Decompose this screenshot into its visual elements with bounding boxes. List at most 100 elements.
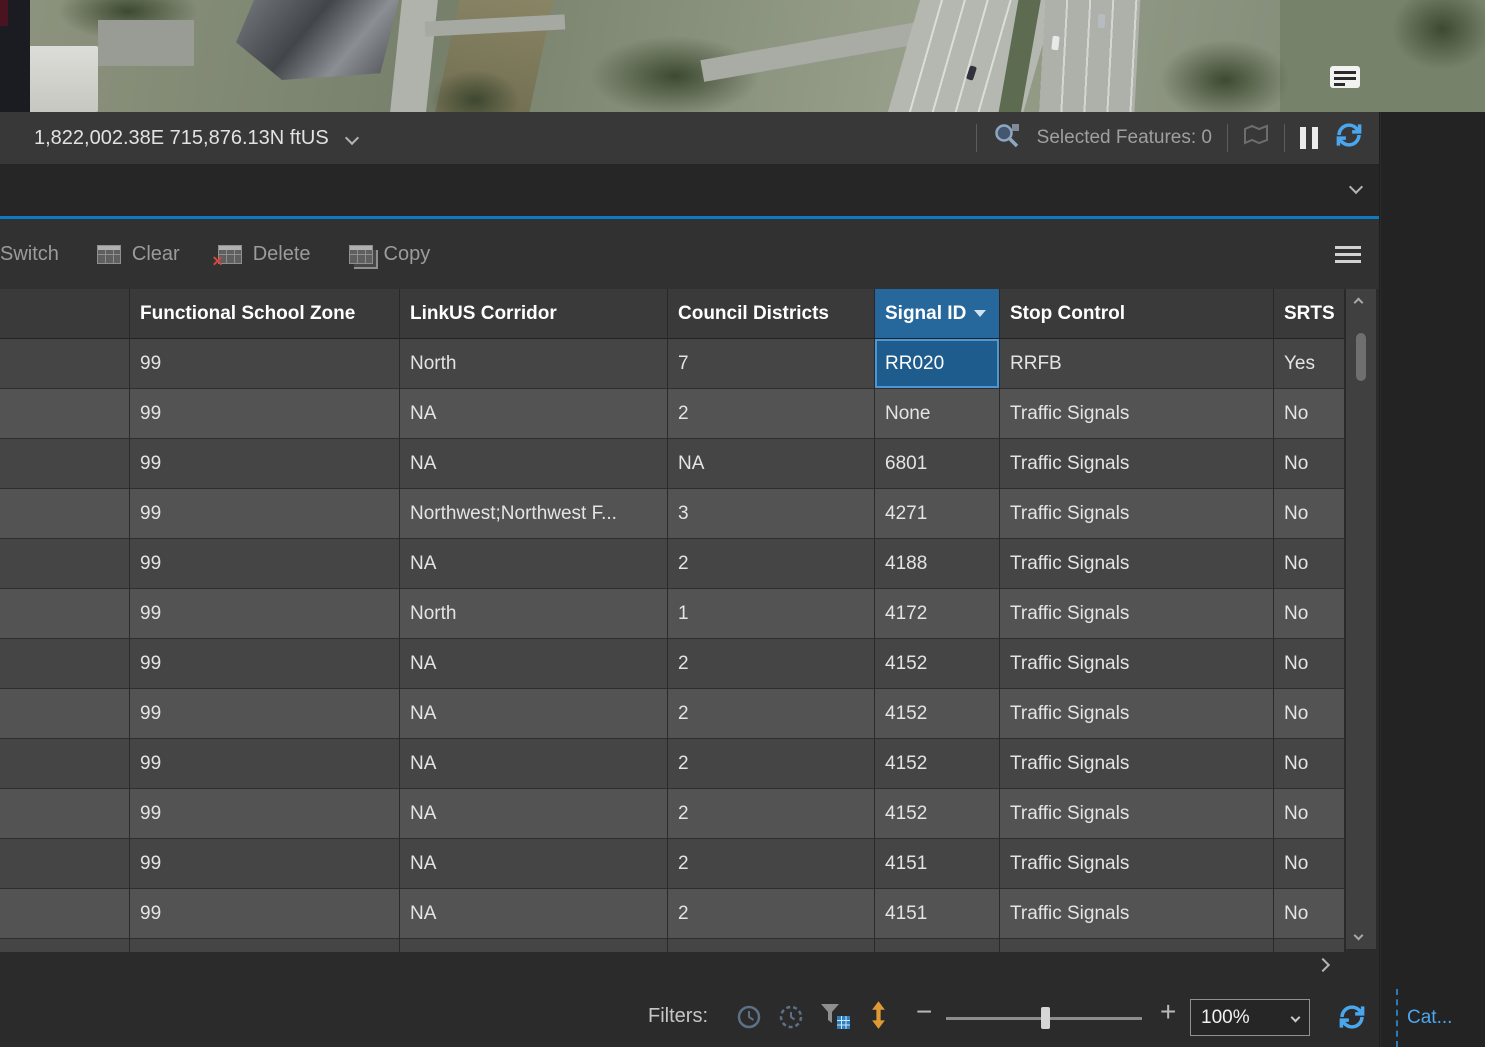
cell-linkus-corridor[interactable]: NA <box>400 439 668 489</box>
cell-council-districts[interactable]: 2 <box>668 789 875 839</box>
cell-functional-school-zone[interactable]: 99 <box>130 789 400 839</box>
table-row[interactable]: 99 North 7 RR020 RRFB Yes <box>0 339 1345 389</box>
zoom-level-dropdown[interactable]: 100% <box>1190 999 1310 1036</box>
cell-signal-id[interactable]: None <box>875 389 1000 439</box>
cell-stop-control[interactable]: Traffic Signals <box>1000 739 1274 789</box>
refresh-map-button[interactable] <box>1333 120 1365 156</box>
column-header-functional-school-zone[interactable]: Functional School Zone <box>130 289 400 339</box>
cell-stop-control[interactable]: RRFB <box>1000 339 1274 389</box>
vertical-scrollbar-thumb[interactable] <box>1356 333 1366 381</box>
cell-stop-control[interactable]: Traffic Signals <box>1000 539 1274 589</box>
cell-linkus-corridor[interactable]: North <box>400 589 668 639</box>
coordinates-display[interactable]: 1,822,002.38E 715,876.13N ftUS <box>34 127 359 150</box>
row-header-cell[interactable] <box>0 739 130 789</box>
cell-functional-school-zone[interactable]: 99 <box>130 839 400 889</box>
cell-srts[interactable]: No <box>1274 689 1345 739</box>
table-menu-icon[interactable] <box>1335 245 1361 263</box>
cell-srts[interactable]: No <box>1274 739 1345 789</box>
cell-functional-school-zone[interactable]: 99 <box>130 589 400 639</box>
vertical-scrollbar[interactable] <box>1345 289 1376 949</box>
cell-signal-id[interactable]: 4151 <box>875 839 1000 889</box>
cell-srts[interactable]: Yes <box>1274 339 1345 389</box>
zoom-in-button[interactable]: + <box>1160 996 1176 1028</box>
cell-stop-control[interactable]: Traffic Signals <box>1000 639 1274 689</box>
cell-council-districts[interactable]: 2 <box>668 539 875 589</box>
cell-signal-id[interactable]: 4152 <box>875 689 1000 739</box>
cell-stop-control[interactable]: Traffic Signals <box>1000 589 1274 639</box>
cell-signal-id[interactable]: 4151 <box>875 889 1000 939</box>
table-row[interactable]: 99 NA NA 6801 Traffic Signals No <box>0 439 1345 489</box>
cell-council-districts[interactable]: 3 <box>668 489 875 539</box>
row-header-cell[interactable] <box>0 889 130 939</box>
row-header-cell[interactable] <box>0 639 130 689</box>
definition-filter-icon[interactable] <box>820 1002 851 1036</box>
cell-linkus-corridor[interactable]: North <box>400 339 668 389</box>
cell-council-districts[interactable]: 2 <box>668 839 875 889</box>
refresh-table-button[interactable] <box>1336 1002 1368 1037</box>
cell-functional-school-zone[interactable]: 99 <box>130 889 400 939</box>
cell-signal-id[interactable]: 4188 <box>875 539 1000 589</box>
clear-button[interactable]: Clear <box>96 243 180 266</box>
column-header-srts[interactable]: SRTS <box>1274 289 1345 339</box>
cell-functional-school-zone[interactable]: 99 <box>130 489 400 539</box>
row-header-cell[interactable] <box>0 439 130 489</box>
zoom-slider-thumb[interactable] <box>1041 1007 1050 1029</box>
column-header-linkus-corridor[interactable]: LinkUS Corridor <box>400 289 668 339</box>
cell-functional-school-zone[interactable]: 99 <box>130 339 400 389</box>
catalog-tab[interactable]: Cat... <box>1407 1007 1452 1029</box>
delete-button[interactable]: Delete <box>212 243 311 270</box>
cell-srts[interactable]: No <box>1274 489 1345 539</box>
cell-linkus-corridor[interactable]: NA <box>400 389 668 439</box>
row-header-cell[interactable] <box>0 589 130 639</box>
table-row[interactable]: 99 NA 2 4152 Traffic Signals No <box>0 639 1345 689</box>
cell-srts[interactable]: No <box>1274 839 1345 889</box>
table-row[interactable]: 99 NA 2 4188 Traffic Signals No <box>0 539 1345 589</box>
table-row[interactable]: 99 NA 2 4152 Traffic Signals No <box>0 689 1345 739</box>
cell-linkus-corridor[interactable]: NA <box>400 839 668 889</box>
cell-srts[interactable]: No <box>1274 789 1345 839</box>
cell-linkus-corridor[interactable]: NA <box>400 789 668 839</box>
scroll-right-icon[interactable] <box>1315 957 1331 973</box>
zoom-out-button[interactable]: − <box>916 996 932 1028</box>
cell-linkus-corridor[interactable]: NA <box>400 739 668 789</box>
column-header-blank[interactable] <box>0 289 130 339</box>
row-header-cell[interactable] <box>0 489 130 539</box>
table-row[interactable]: 99 North 1 4172 Traffic Signals No <box>0 589 1345 639</box>
row-header-cell[interactable] <box>0 789 130 839</box>
cell-council-districts[interactable]: NA <box>668 439 875 489</box>
row-header-cell[interactable] <box>0 689 130 739</box>
scroll-down-icon[interactable] <box>1353 930 1364 941</box>
cell-stop-control[interactable]: Traffic Signals <box>1000 789 1274 839</box>
cell-council-districts[interactable]: 7 <box>668 339 875 389</box>
cell-signal-id[interactable]: RR020 <box>875 339 1000 389</box>
column-header-stop-control[interactable]: Stop Control <box>1000 289 1274 339</box>
coordinates-units-dropdown-icon[interactable] <box>344 130 359 146</box>
cell-linkus-corridor[interactable]: NA <box>400 889 668 939</box>
cell-council-districts[interactable]: 1 <box>668 589 875 639</box>
cell-linkus-corridor[interactable]: Northwest;Northwest F... <box>400 489 668 539</box>
cell-srts[interactable]: No <box>1274 889 1345 939</box>
map-view[interactable] <box>0 0 1485 112</box>
cell-functional-school-zone[interactable]: 99 <box>130 739 400 789</box>
copy-button[interactable]: Copy <box>348 243 430 266</box>
zoom-to-selection-icon[interactable] <box>992 121 1022 155</box>
cell-linkus-corridor[interactable]: NA <box>400 639 668 689</box>
table-row[interactable]: 99 NA 2 4152 Traffic Signals No <box>0 789 1345 839</box>
cell-stop-control[interactable]: Traffic Signals <box>1000 489 1274 539</box>
collapse-panel-chevron-icon[interactable] <box>1348 179 1364 195</box>
table-row[interactable]: 99 Northwest;Northwest F... 3 4271 Traff… <box>0 489 1345 539</box>
cell-srts[interactable]: No <box>1274 539 1345 589</box>
cell-srts[interactable]: No <box>1274 439 1345 489</box>
row-header-cell[interactable] <box>0 339 130 389</box>
table-row[interactable]: 99 NA 2 4152 Traffic Signals No <box>0 739 1345 789</box>
cell-srts[interactable]: No <box>1274 389 1345 439</box>
column-header-council-districts[interactable]: Council Districts <box>668 289 875 339</box>
cell-stop-control[interactable]: Traffic Signals <box>1000 839 1274 889</box>
cell-linkus-corridor[interactable]: NA <box>400 689 668 739</box>
cell-linkus-corridor[interactable]: NA <box>400 539 668 589</box>
cell-functional-school-zone[interactable]: 99 <box>130 639 400 689</box>
cell-signal-id[interactable]: 4271 <box>875 489 1000 539</box>
cell-signal-id[interactable]: 4152 <box>875 639 1000 689</box>
cell-signal-id[interactable]: 6801 <box>875 439 1000 489</box>
cell-functional-school-zone[interactable]: 99 <box>130 539 400 589</box>
